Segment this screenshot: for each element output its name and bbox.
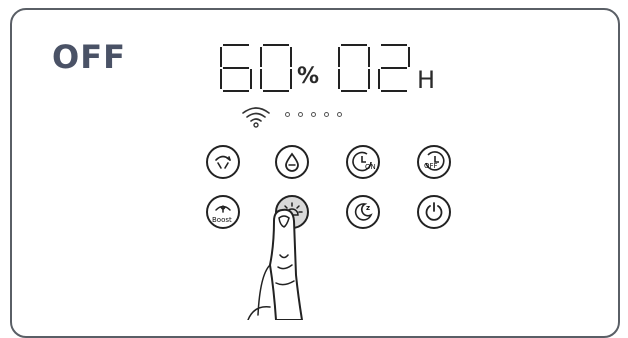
level-indicator [285,112,342,117]
level-dot [285,112,290,117]
level-dot [298,112,303,117]
sleep-button[interactable]: z [346,195,380,229]
sleep-z-label: z [366,204,371,212]
level-dot [337,112,342,117]
timer-display [338,44,410,92]
power-status-label: OFF [52,38,126,76]
pointing-hand-illustration [247,208,303,320]
level-dot [311,112,316,117]
timer-on-button[interactable]: ON [346,145,380,179]
humidity-display [220,44,292,92]
timer-on-label: ON [365,163,376,171]
boost-button[interactable]: Boost [206,195,240,229]
humidity-unit: % [297,64,320,89]
mode-button[interactable] [206,145,240,179]
power-button[interactable] [417,195,451,229]
wifi-icon [242,107,270,128]
timer-unit: H [417,66,436,94]
power-icon [425,202,443,221]
humidity-button[interactable] [275,145,309,179]
boost-label: Boost [212,216,232,224]
timer-off-button[interactable]: OFF [417,145,451,179]
moon-z-icon [354,203,373,221]
timer-off-label: OFF [424,162,438,170]
mode-arrows-icon [215,155,231,169]
water-drop-icon [285,152,299,172]
level-dot [324,112,329,117]
